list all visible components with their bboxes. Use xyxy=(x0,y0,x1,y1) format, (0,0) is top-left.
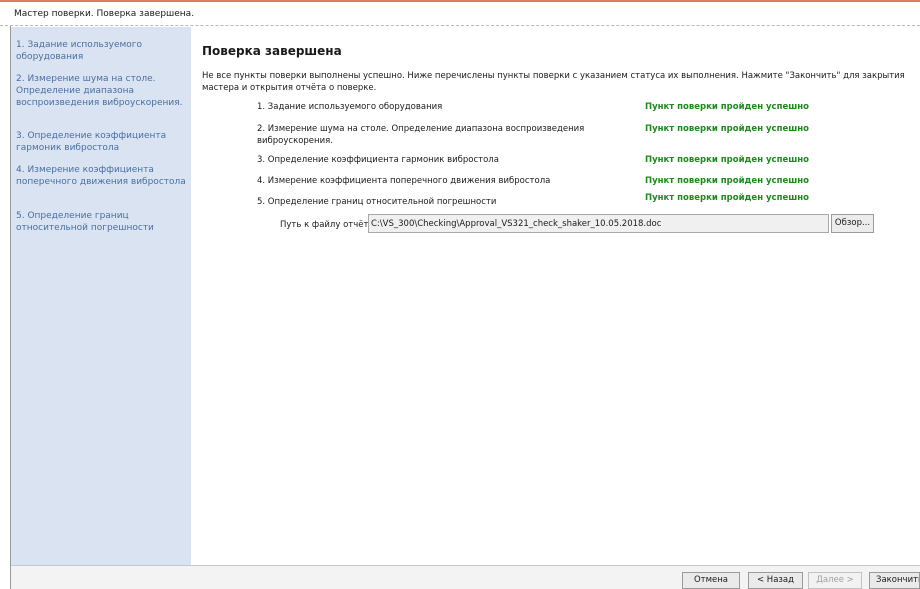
window-title: Мастер поверки. Поверка завершена. xyxy=(0,2,920,26)
result-item-name: 5. Определение границ относительной погр… xyxy=(257,197,497,207)
result-item-name: 1. Задание используемого оборудования xyxy=(257,102,443,112)
result-item-status: Пункт поверки пройден успешно xyxy=(645,124,809,134)
main-content: Поверка завершена Не все пункты поверки … xyxy=(191,27,920,565)
sidebar-step-transverse: 4. Измерение коэффициента поперечного дв… xyxy=(16,165,186,187)
report-path-label: Путь к файлу отчёта xyxy=(280,220,374,230)
page-title: Поверка завершена xyxy=(202,44,342,58)
result-item-name: 4. Измерение коэффициента поперечного дв… xyxy=(257,176,551,186)
wizard-steps-sidebar: 1. Задание используемого оборудования 2.… xyxy=(11,27,191,565)
back-button[interactable]: < Назад xyxy=(748,572,803,589)
sidebar-step-equipment: 1. Задание используемого оборудования xyxy=(16,40,143,62)
cancel-button[interactable]: Отмена xyxy=(682,572,740,589)
next-button[interactable]: Далее > xyxy=(808,572,862,589)
result-item-status: Пункт поверки пройден успешно xyxy=(645,102,809,112)
result-item-status: Пункт поверки пройден успешно xyxy=(645,193,809,203)
browse-button[interactable]: Обзор... xyxy=(831,214,874,233)
sidebar-step-error-bounds: 5. Определение границ относительной погр… xyxy=(16,211,154,233)
wizard-footer: Отмена < Назад Далее > Закончить xyxy=(11,565,920,589)
report-path-input[interactable] xyxy=(368,214,829,233)
sidebar-step-harmonics: 3. Определение коэффициента гармоник виб… xyxy=(16,131,167,153)
result-item-status: Пункт поверки пройден успешно xyxy=(645,155,809,165)
result-item-name: 2. Измерение шума на столе. Определение … xyxy=(257,124,585,146)
page-description: Не все пункты поверки выполнены успешно.… xyxy=(202,71,905,93)
finish-button[interactable]: Закончить xyxy=(869,572,920,589)
result-item-status: Пункт поверки пройден успешно xyxy=(645,176,809,186)
sidebar-step-noise-range: 2. Измерение шума на столе. Определение … xyxy=(16,74,183,108)
result-item-name: 3. Определение коэффициента гармоник виб… xyxy=(257,155,499,165)
